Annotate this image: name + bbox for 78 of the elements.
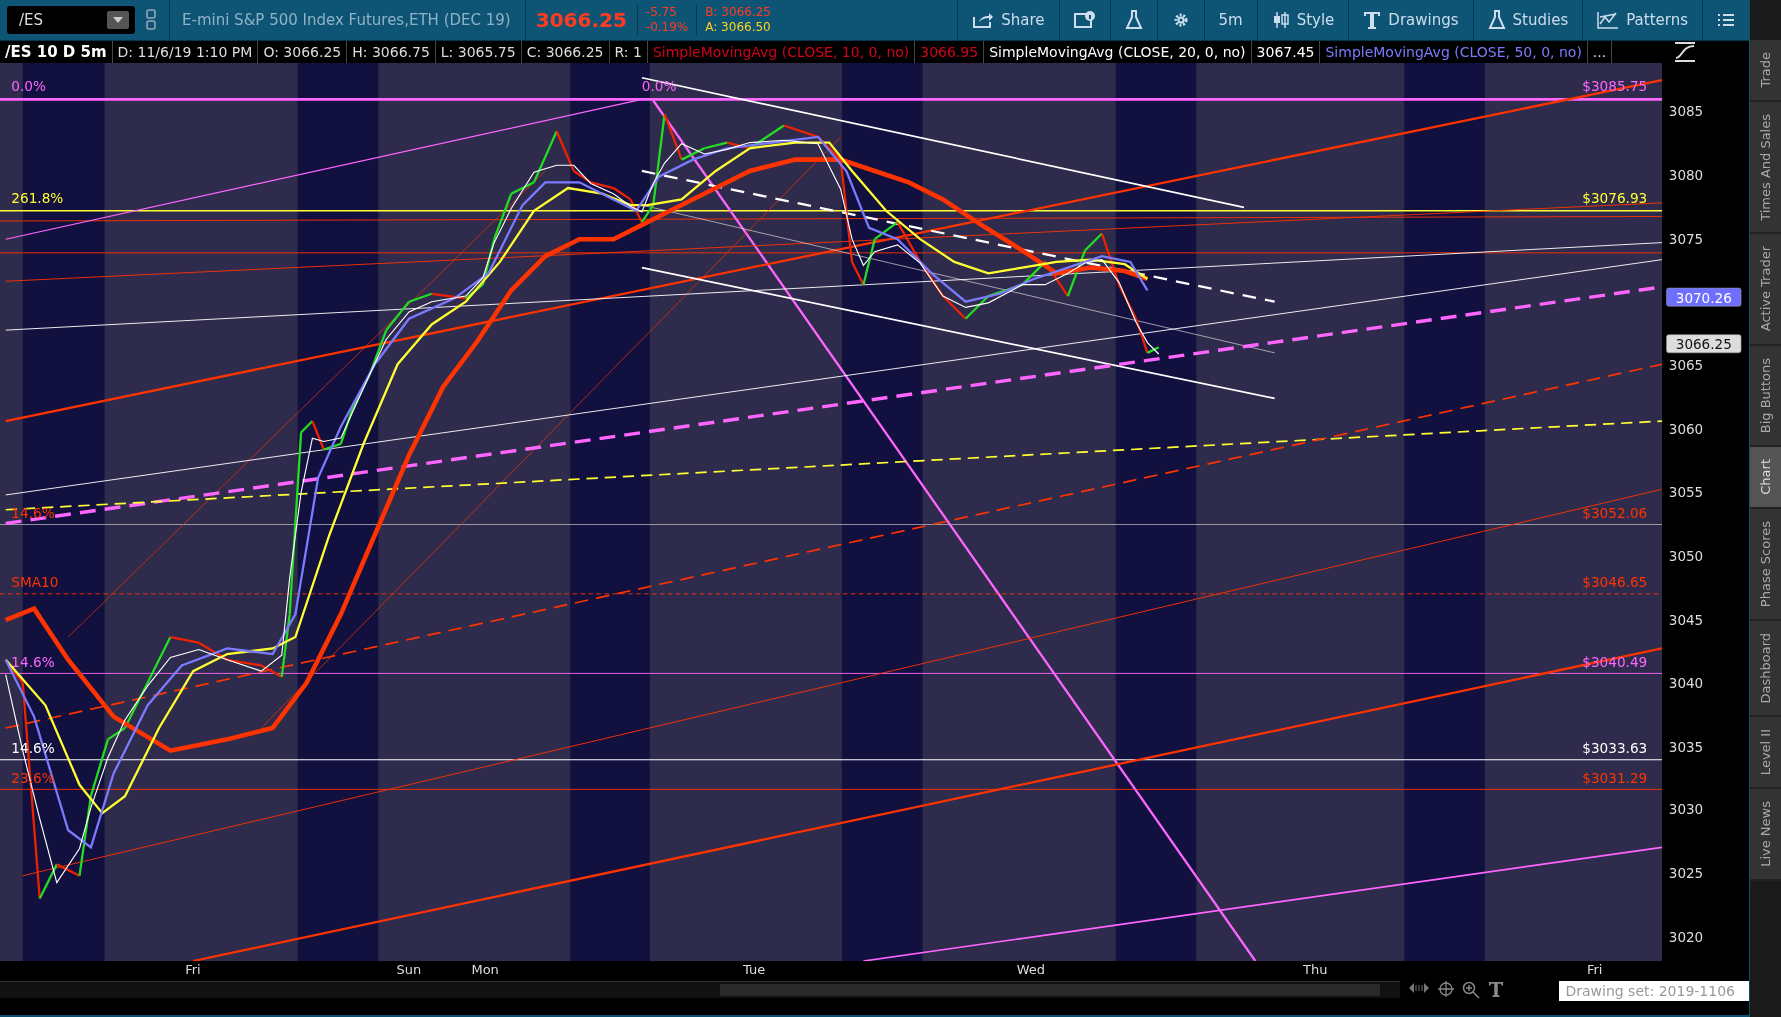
price-axis-label: 3055 — [1668, 484, 1704, 501]
trend-line[interactable] — [5, 78, 1663, 423]
horizontal-scrollbar[interactable] — [0, 981, 1400, 998]
price-axis-label: 3040 — [1668, 675, 1704, 692]
time-axis-label: Fri — [1587, 962, 1603, 977]
level-label: 14.6% — [11, 504, 55, 521]
zoom-in-icon[interactable] — [1462, 981, 1480, 999]
trend-line[interactable] — [0, 252, 1663, 254]
time-axis-label: Sun — [396, 962, 422, 977]
ask-price: A: 3066.50 — [705, 20, 771, 35]
price-axis-label: 3085 — [1668, 103, 1704, 120]
symbol-dropdown[interactable]: /ES — [7, 6, 135, 34]
time-axis-label: Mon — [471, 962, 499, 977]
time-axis-label: Tue — [742, 962, 766, 977]
price-axis-label: 3020 — [1668, 928, 1704, 945]
price-level-label: $3046.65 — [1582, 574, 1648, 590]
price-axis-label: 3030 — [1668, 801, 1704, 818]
crosshair-icon[interactable] — [1438, 981, 1454, 997]
level-label: SMA10 — [11, 574, 59, 590]
trend-line[interactable] — [67, 170, 546, 638]
candlestick-icon — [1271, 11, 1290, 29]
text-tool-icon[interactable] — [1488, 981, 1504, 997]
studies-button[interactable]: Studies — [1472, 0, 1583, 40]
price-axis-label: 3075 — [1668, 230, 1704, 247]
sidebar-tab[interactable]: Big Buttons — [1750, 345, 1781, 447]
trend-line[interactable] — [260, 136, 841, 729]
style-button[interactable]: Style — [1256, 0, 1349, 40]
price-level-label: $3076.93 — [1582, 189, 1648, 206]
share-button[interactable]: Share — [957, 0, 1059, 40]
percent-change: -0.19% — [645, 20, 689, 35]
trend-line[interactable] — [652, 99, 1257, 961]
level-label: 0.0% — [641, 78, 677, 95]
drawings-button[interactable]: Drawings — [1348, 0, 1473, 40]
trend-line[interactable] — [0, 97, 1663, 101]
last-price-badge: 3066.25 — [1666, 334, 1742, 354]
sidebar-tab[interactable]: Times And Sales — [1750, 101, 1781, 235]
study-price-badge: 3070.26 — [1666, 287, 1742, 307]
pattern-chart-icon — [1597, 11, 1620, 29]
last-price: 3066.25 — [524, 0, 637, 40]
zoom-arrows-icon[interactable] — [1408, 981, 1430, 995]
bid-price: B: 3066.25 — [705, 5, 771, 20]
timeframe-button[interactable]: 5m — [1203, 0, 1257, 40]
caret-icon — [112, 16, 124, 24]
price-axis-label: 3035 — [1668, 738, 1704, 755]
patterns-button[interactable]: Patterns — [1582, 0, 1702, 40]
sidebar-tab[interactable]: Level II — [1750, 717, 1781, 790]
trend-line[interactable] — [5, 98, 643, 240]
price-axis-label: 3045 — [1668, 611, 1704, 628]
price-axis-label: 3025 — [1668, 865, 1704, 882]
price-axis-label: 3050 — [1668, 547, 1704, 564]
text-tool-icon — [1363, 11, 1382, 29]
info-card-icon — [1073, 11, 1096, 29]
instrument-description: E-mini S&P 500 Index Futures,ETH (DEC 19) — [169, 0, 525, 40]
price-level-label: $3052.06 — [1582, 504, 1648, 521]
share-arrow-icon — [972, 11, 995, 29]
price-axis-label: 3065 — [1668, 356, 1704, 373]
level-label: 0.0% — [11, 78, 46, 95]
time-axis-label: Wed — [1016, 962, 1046, 977]
price-level-label: $3031.29 — [1582, 769, 1648, 786]
flask-icon — [1487, 10, 1506, 30]
price-level-label: $3033.63 — [1582, 740, 1648, 756]
flask-icon — [1124, 10, 1143, 30]
sidebar-tab[interactable]: Live News — [1750, 789, 1781, 882]
price-axis-label: 3080 — [1668, 167, 1704, 184]
price-axis-label: 3060 — [1668, 420, 1704, 437]
sidebar-tab[interactable]: Chart — [1750, 446, 1781, 509]
sidebar-tab[interactable]: Trade — [1750, 40, 1781, 102]
sidebar-tab[interactable]: Dashboard — [1750, 620, 1781, 718]
time-axis-label: Fri — [185, 962, 201, 977]
curve-icon[interactable] — [1673, 42, 1697, 62]
sidebar-tab[interactable]: Active Trader — [1750, 234, 1781, 346]
sidebar-tab[interactable]: Phase Scores — [1750, 508, 1781, 621]
link-icon[interactable] — [145, 9, 157, 31]
level-label: 261.8% — [11, 189, 64, 206]
net-change: -5.75 — [645, 5, 678, 20]
level-label: 14.6% — [11, 653, 55, 670]
time-axis-label: Thu — [1303, 962, 1328, 977]
menu-icon — [1717, 13, 1735, 27]
